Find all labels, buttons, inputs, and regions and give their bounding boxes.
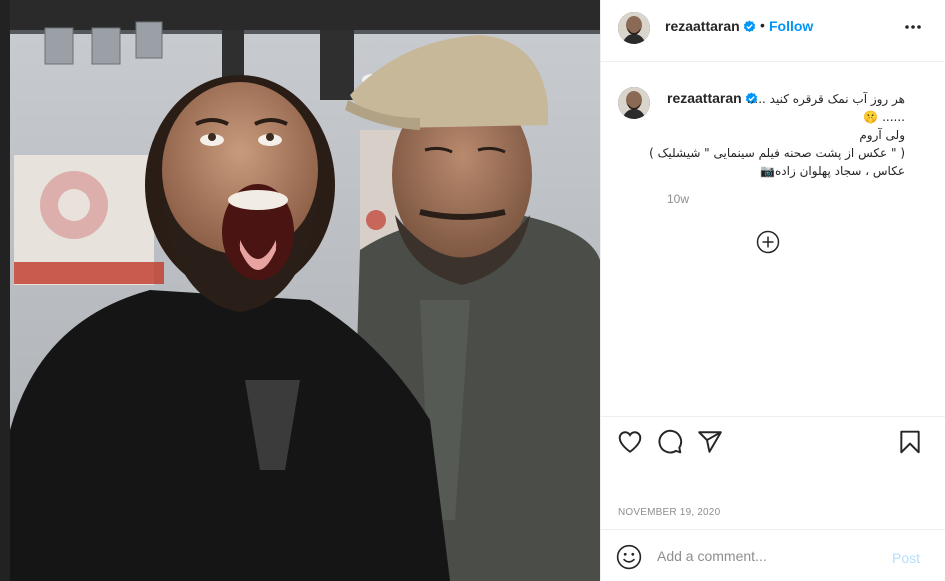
- post-header: rezaattaran • Follow: [601, 0, 945, 62]
- avatar[interactable]: [618, 12, 650, 44]
- more-options-icon[interactable]: [903, 17, 923, 37]
- post-photo[interactable]: [0, 0, 600, 581]
- caption-line: ( " عکس از پشت صحنه فیلم سینمایی " شیشلی…: [649, 146, 905, 160]
- separator-dot: •: [760, 17, 765, 33]
- caption-line: ولی آروم: [859, 128, 905, 142]
- comment-input[interactable]: [657, 544, 877, 568]
- header-username[interactable]: rezaattaran: [665, 18, 756, 34]
- caption-line: هر روز آب نمک قرقره کنید .....: [746, 92, 905, 106]
- comment-icon[interactable]: [657, 429, 683, 455]
- caption-avatar[interactable]: [618, 87, 650, 119]
- caption-text: هر روز آب نمک قرقره کنید ..... ...... 🤫 …: [649, 90, 905, 180]
- caption-line: عکاس ، سجاد پهلوان زاده📷: [760, 164, 905, 178]
- emoji-icon[interactable]: [616, 544, 642, 570]
- post-comment-button[interactable]: Post: [892, 550, 920, 566]
- avatar-image: [618, 87, 650, 119]
- comment-bar: Post: [601, 529, 945, 581]
- bookmark-icon[interactable]: [897, 429, 923, 455]
- post-photo-image: [0, 0, 600, 581]
- action-bar: NOVEMBER 19, 2020: [601, 416, 945, 529]
- load-more-comments-icon[interactable]: [756, 230, 780, 254]
- heart-icon[interactable]: [617, 429, 643, 455]
- post-time-ago[interactable]: 10w: [667, 192, 689, 206]
- share-icon[interactable]: [697, 429, 723, 455]
- caption-area: rezaattaran هر روز آب نمک قرقره کنید ...…: [601, 62, 945, 416]
- username-text[interactable]: rezaattaran: [665, 18, 740, 34]
- post-date[interactable]: NOVEMBER 19, 2020: [618, 507, 720, 518]
- caption-line: ...... 🤫: [863, 110, 905, 124]
- avatar-image: [618, 12, 650, 44]
- follow-button[interactable]: Follow: [769, 18, 813, 34]
- verified-badge-icon: [743, 20, 755, 33]
- post-sidebar: rezaattaran • Follow rezaattaran هر روز …: [600, 0, 945, 581]
